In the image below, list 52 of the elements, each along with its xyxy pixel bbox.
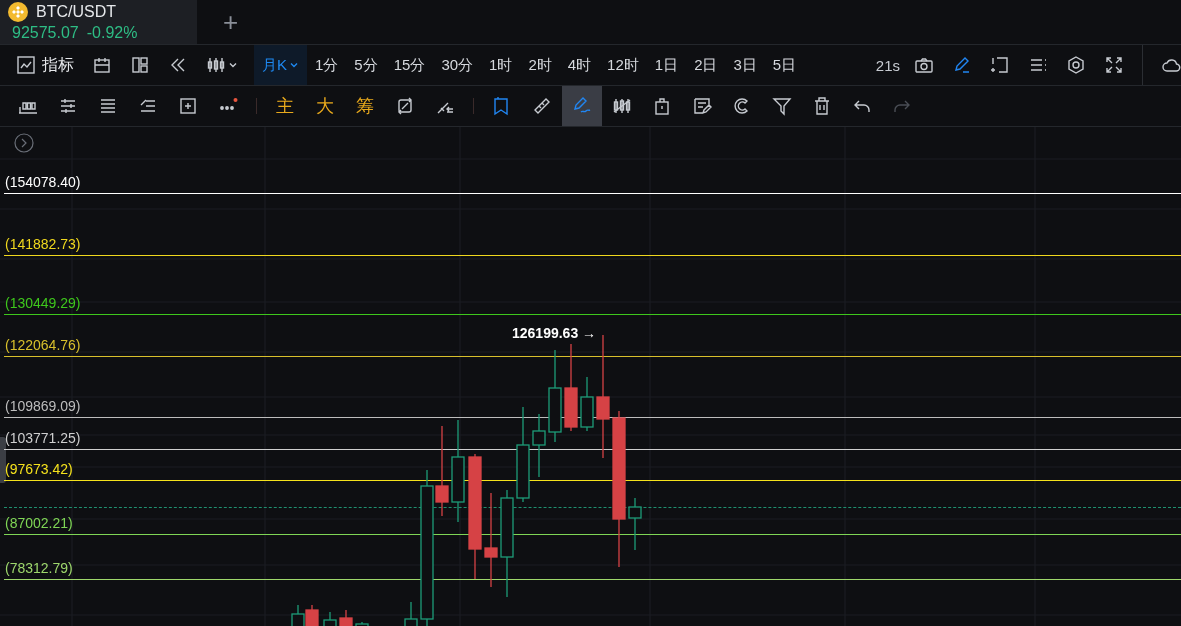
pencil-icon[interactable] <box>952 55 972 75</box>
price-level-label: (130449.29) <box>5 295 81 311</box>
countdown-timer: 21s <box>875 56 900 74</box>
price-level-label: (122064.76) <box>5 337 81 353</box>
candlestick <box>339 609 353 626</box>
camera-icon[interactable] <box>914 55 934 75</box>
chart-overlay-button[interactable]: 大 <box>305 86 345 126</box>
interval-tab[interactable]: 月K <box>254 45 307 85</box>
new-tab-button[interactable]: + <box>205 0 257 44</box>
candlestick-type-icon[interactable] <box>206 55 226 75</box>
indicators-button[interactable]: 指标 <box>16 54 84 76</box>
interval-tab[interactable]: 1分 <box>307 45 347 85</box>
line-chart-icon <box>16 55 36 75</box>
symbol-tab[interactable]: BTC/USDT 92575.07 -0.92% <box>0 0 197 44</box>
chart-overlay-button[interactable]: 筹 <box>345 86 385 126</box>
last-price: 92575.07 <box>12 24 79 42</box>
expand-toggle-icon[interactable] <box>14 133 34 153</box>
calendar-icon[interactable] <box>92 55 112 75</box>
fullscreen-icon[interactable] <box>1104 55 1124 75</box>
interval-tab[interactable]: 12时 <box>599 45 647 85</box>
layout-icon[interactable] <box>130 55 150 75</box>
candlestick <box>532 413 546 478</box>
chart-overlay-button[interactable]: 主 <box>265 86 305 126</box>
symbol-name: BTC/USDT <box>36 3 116 21</box>
price-level-label: (141882.73) <box>5 236 81 252</box>
interval-tab[interactable]: 4时 <box>559 45 600 85</box>
add-window-icon[interactable] <box>990 55 1010 75</box>
interval-tab[interactable]: 2日 <box>686 45 726 85</box>
interval-tab[interactable]: 15分 <box>385 45 434 85</box>
interval-tab[interactable]: 2时 <box>520 45 560 85</box>
coin-logo-icon <box>8 2 28 22</box>
price-level-label: (109869.09) <box>5 398 81 414</box>
interval-tab[interactable]: 5日 <box>764 45 805 85</box>
interval-tab[interactable]: 1日 <box>646 45 687 85</box>
candlestick <box>305 604 319 626</box>
interval-tab[interactable]: 5分 <box>346 45 386 85</box>
price-level-label: (154078.40) <box>5 174 81 190</box>
side-panel-handle[interactable] <box>0 437 6 483</box>
caret-icon[interactable] <box>228 60 238 70</box>
price-change: -0.92% <box>86 24 138 42</box>
caret-icon <box>289 60 299 70</box>
price-level-label: (103771.25) <box>5 430 81 446</box>
price-level-label: (97673.42) <box>5 461 73 477</box>
interval-tab[interactable]: 1时 <box>481 45 521 85</box>
price-level-label: (87002.21) <box>5 515 73 531</box>
candlestick <box>580 376 594 432</box>
high-price-marker: 126199.63 → <box>512 325 597 341</box>
candlestick <box>628 497 642 551</box>
hexagon-settings-icon[interactable] <box>1066 55 1086 75</box>
interval-tab[interactable]: 3日 <box>725 45 765 85</box>
price-level-label: (78312.79) <box>5 560 73 576</box>
interval-tab[interactable]: 30分 <box>433 45 482 85</box>
